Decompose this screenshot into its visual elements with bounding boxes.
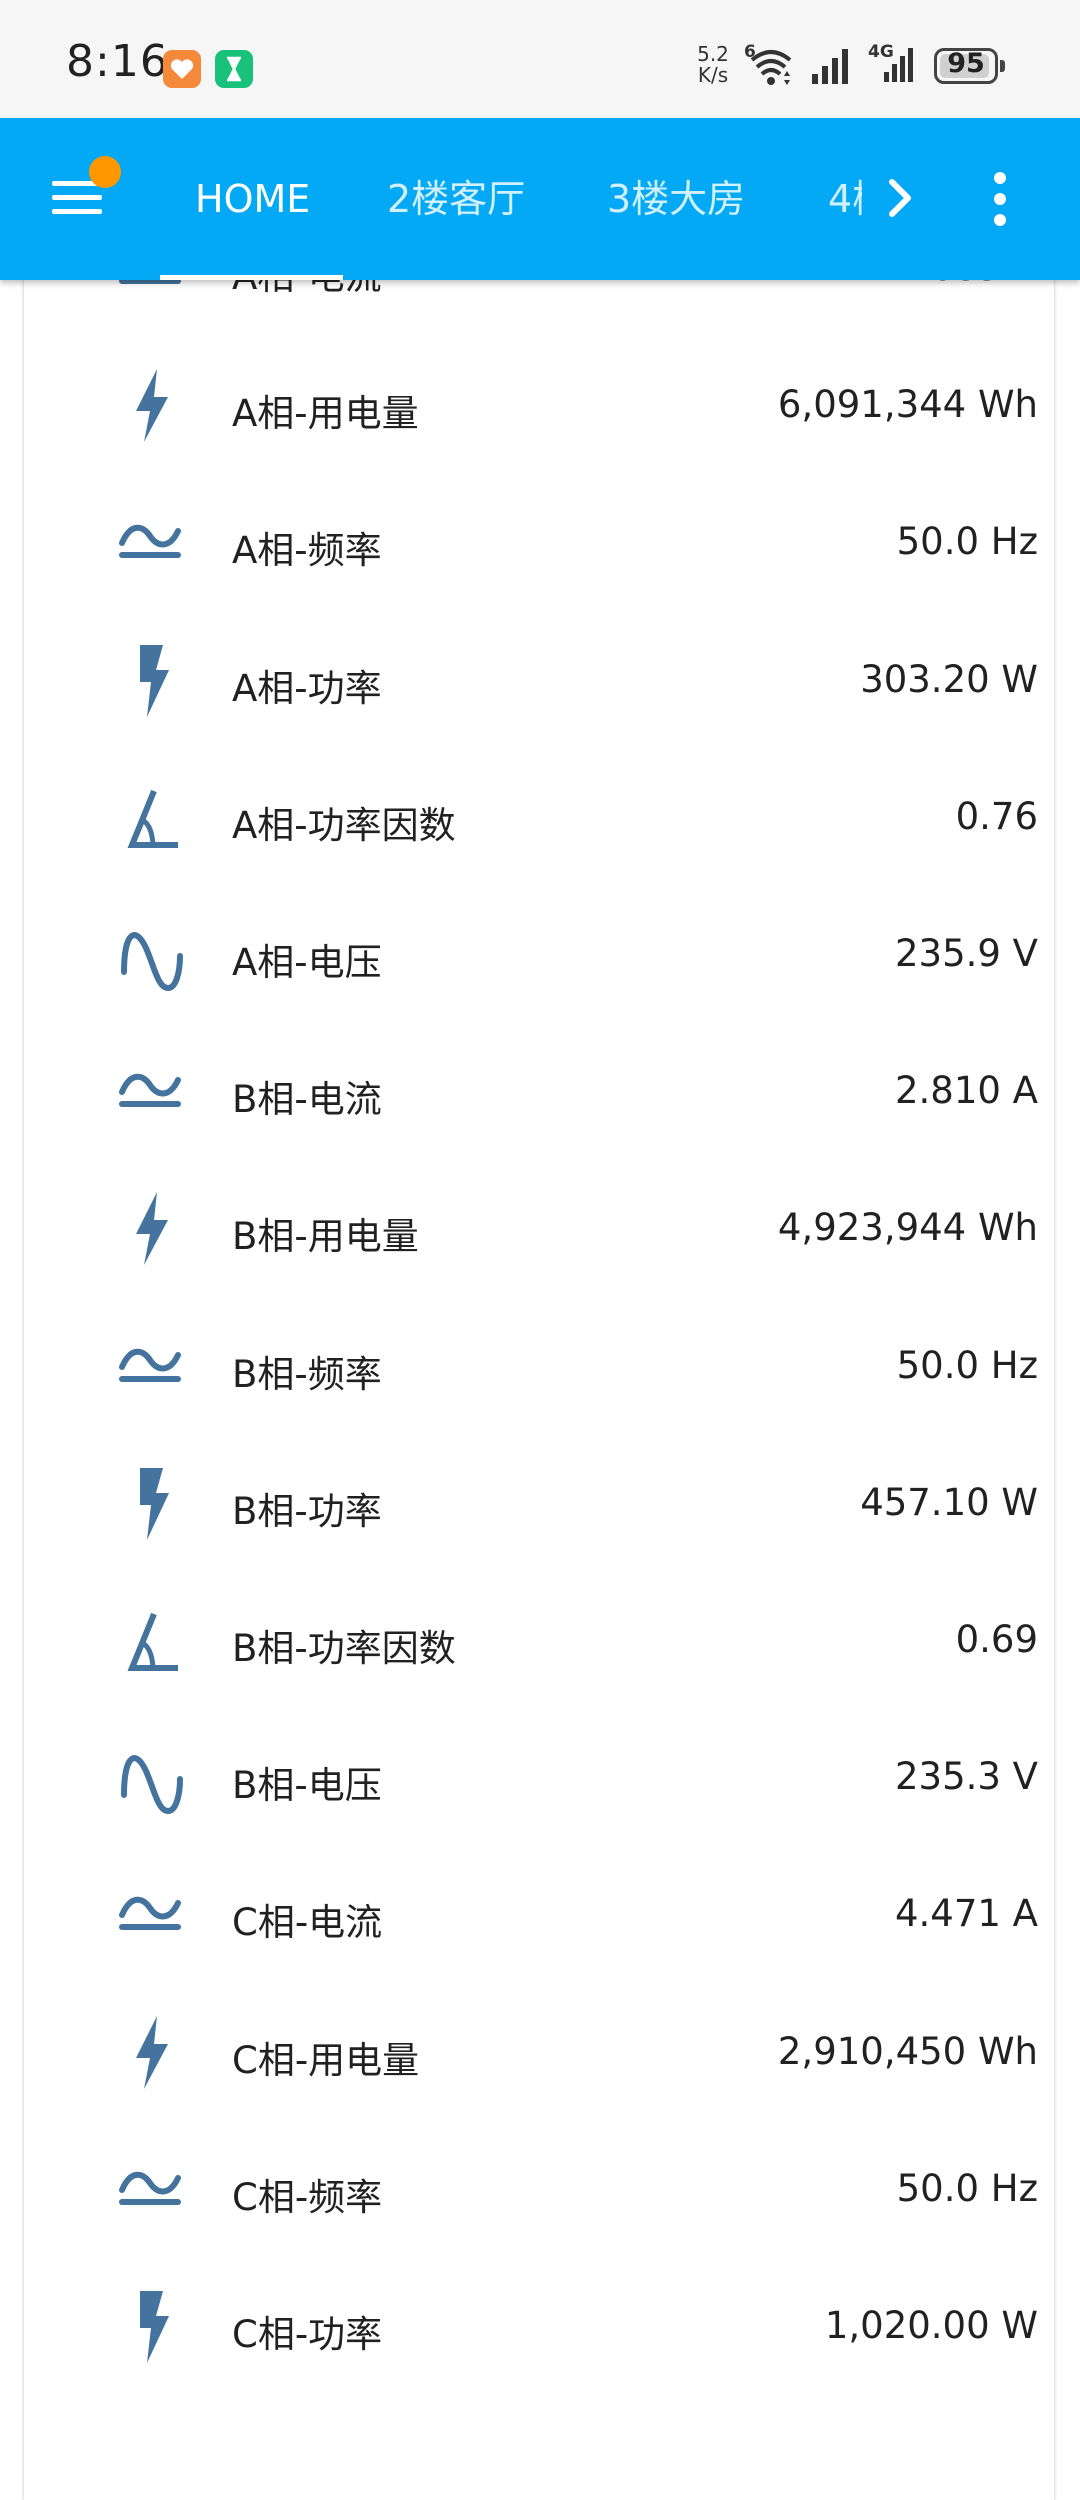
scroll-tabs-right-button[interactable] xyxy=(872,170,928,226)
sensor-label: A相-电压 xyxy=(232,941,382,984)
signal-strength-icon xyxy=(810,46,854,86)
health-app-notification-icon xyxy=(163,50,201,88)
sensor-value: 457.10 W xyxy=(860,1481,1038,1524)
network-speed: 5.2 K/s xyxy=(694,44,732,86)
overflow-menu-button[interactable] xyxy=(982,166,1018,232)
chevron-right-icon xyxy=(889,179,911,217)
sensor-value: 6,091,344 Wh xyxy=(777,383,1038,426)
sensor-value: 0.69 xyxy=(955,1618,1038,1661)
menu-button[interactable] xyxy=(52,156,121,221)
sensor-value: 303.20 W xyxy=(860,658,1038,701)
flash-icon xyxy=(94,2004,210,2100)
status-time: 8:16 xyxy=(66,36,169,87)
sensor-label: A相-功率 xyxy=(232,667,382,710)
app-toolbar: HOME 2楼客厅 3楼大房 4楼 xyxy=(0,118,1080,280)
menu-icon-line xyxy=(52,209,102,214)
status-bar: 8:16 5.2 K/s 6 4G 95 xyxy=(0,0,1080,118)
sensor-value: 0.76 xyxy=(955,795,1038,838)
tab-3f-big-room[interactable]: 3楼大房 xyxy=(607,118,745,280)
current-ac-icon xyxy=(94,1043,210,1139)
flash-bold-icon xyxy=(94,632,210,728)
tab-bar: HOME 2楼客厅 3楼大房 4楼 xyxy=(160,118,862,280)
flash-icon xyxy=(94,1180,210,1276)
sensor-row[interactable]: C相-功率 1,020.00 W xyxy=(24,2258,1054,2395)
sensor-row[interactable]: B相-频率 50.0 Hz xyxy=(24,1298,1054,1435)
angle-acute-icon xyxy=(94,769,210,865)
sensor-row[interactable]: B相-电流 2.810 A xyxy=(24,1023,1054,1160)
current-ac-icon xyxy=(94,2141,210,2237)
notification-badge xyxy=(89,156,121,188)
dots-vertical-icon xyxy=(994,172,1006,184)
sensor-value: 4.471 A xyxy=(895,1892,1038,1935)
sensor-row[interactable]: A相-用电量 6,091,344 Wh xyxy=(24,337,1054,474)
sine-wave-icon xyxy=(94,906,210,1002)
sensor-value: 50.0 Hz xyxy=(896,2167,1038,2210)
flash-bold-icon xyxy=(94,1455,210,1551)
sensor-row[interactable]: B相-电压 235.3 V xyxy=(24,1709,1054,1846)
sensor-label: C相-用电量 xyxy=(232,2039,420,2082)
sensor-value: 50.0 Hz xyxy=(896,520,1038,563)
battery-icon: 95 xyxy=(934,48,998,84)
sensor-label: A相-功率因数 xyxy=(232,804,456,847)
cellular-4g-icon: 4G xyxy=(868,42,918,86)
sensor-row[interactable]: A相-频率 50.0 Hz xyxy=(24,474,1054,611)
battery-percentage: 95 xyxy=(947,48,985,79)
sensor-value: 2.810 A xyxy=(895,1069,1038,1112)
sensor-row[interactable]: B相-功率 457.10 W xyxy=(24,1435,1054,1572)
sensor-row[interactable]: A相-功率 303.20 W xyxy=(24,612,1054,749)
dots-vertical-icon xyxy=(994,193,1006,205)
sensor-label: C相-功率 xyxy=(232,2313,383,2356)
sensor-row[interactable]: C相-电流 4.471 A xyxy=(24,1846,1054,1983)
tab-4f[interactable]: 4楼 xyxy=(828,118,862,280)
wifi-badge: 6 xyxy=(744,42,756,62)
sensor-label: B相-用电量 xyxy=(232,1215,419,1258)
cellular-badge: 4G xyxy=(868,42,894,62)
sensor-label: B相-电压 xyxy=(232,1764,382,1807)
sensor-row[interactable]: B相-用电量 4,923,944 Wh xyxy=(24,1160,1054,1297)
angle-acute-icon xyxy=(94,1592,210,1688)
battery-tip xyxy=(1000,60,1005,72)
sensor-value: 2,910,450 Wh xyxy=(777,2030,1038,2073)
sensor-label: C相-频率 xyxy=(232,2176,383,2219)
sensor-label: B相-功率因数 xyxy=(232,1627,456,1670)
menu-icon-line xyxy=(52,195,102,200)
sensor-label: B相-功率 xyxy=(232,1490,382,1533)
sensor-value: 4,923,944 Wh xyxy=(777,1206,1038,1249)
network-speed-unit: K/s xyxy=(697,63,729,87)
sensor-label: A相-用电量 xyxy=(232,392,419,435)
tab-home[interactable]: HOME xyxy=(195,118,310,280)
sensor-value: 235.3 V xyxy=(895,1755,1038,1798)
sensor-row[interactable]: B相-功率因数 0.69 xyxy=(24,1572,1054,1709)
network-speed-value: 5.2 xyxy=(697,42,729,66)
sensor-value: 1,020.00 W xyxy=(824,2304,1038,2347)
current-ac-icon xyxy=(94,1866,210,1962)
current-ac-icon xyxy=(94,494,210,590)
hourglass-notification-icon xyxy=(215,50,253,88)
sensor-value: 50.0 Hz xyxy=(896,1344,1038,1387)
sensor-value: 235.9 V xyxy=(895,932,1038,975)
sensor-label: C相-电流 xyxy=(232,1901,383,1944)
tab-2f-living-room[interactable]: 2楼客厅 xyxy=(387,118,525,280)
active-tab-indicator xyxy=(160,275,343,280)
flash-bold-icon xyxy=(94,2278,210,2374)
sensor-row[interactable]: A相-电压 235.9 V xyxy=(24,886,1054,1023)
sine-wave-icon xyxy=(94,1729,210,1825)
sensor-label: B相-频率 xyxy=(232,1353,382,1396)
sensor-label: A相-频率 xyxy=(232,529,382,572)
sensor-label: B相-电流 xyxy=(232,1078,382,1121)
flash-icon xyxy=(94,357,210,453)
dots-vertical-icon xyxy=(994,214,1006,226)
sensor-row[interactable]: C相-用电量 2,910,450 Wh xyxy=(24,1984,1054,2121)
sensor-entities-card: A相-电流1.685 AA相-用电量6,091,344 WhA相-频率50.0 … xyxy=(24,200,1054,2500)
sensor-row[interactable]: C相-频率 50.0 Hz xyxy=(24,2121,1054,2258)
sensor-row[interactable]: A相-功率因数 0.76 xyxy=(24,749,1054,886)
wifi-icon: 6 xyxy=(744,42,794,88)
current-ac-icon xyxy=(94,1318,210,1414)
